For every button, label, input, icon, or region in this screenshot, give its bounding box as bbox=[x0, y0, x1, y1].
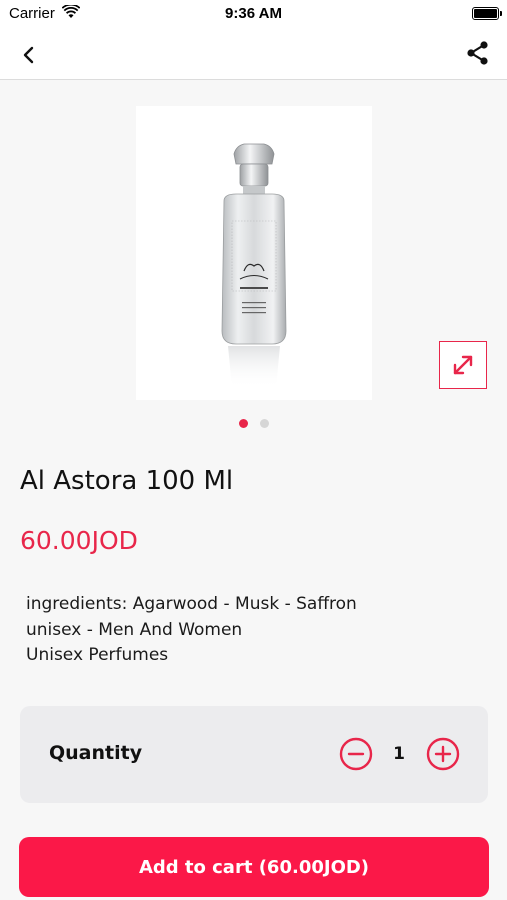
decrease-quantity-button[interactable] bbox=[339, 737, 373, 771]
add-to-cart-button[interactable]: Add to cart (60.00JOD) bbox=[19, 837, 489, 897]
increase-quantity-button[interactable] bbox=[426, 737, 460, 771]
product-image[interactable] bbox=[136, 106, 372, 400]
back-button[interactable] bbox=[14, 40, 44, 70]
product-title: Al Astora 100 Ml bbox=[20, 466, 234, 496]
product-description: ingredients: Agarwood - Musk - Saffron u… bbox=[26, 592, 486, 669]
image-pager bbox=[0, 419, 507, 428]
navigation-bar bbox=[0, 28, 507, 80]
description-line: ingredients: Agarwood - Musk - Saffron bbox=[26, 594, 357, 614]
product-price: 60.00JOD bbox=[20, 526, 138, 555]
pager-dot-active[interactable] bbox=[238, 419, 248, 428]
description-line: unisex - Men And Women bbox=[26, 619, 243, 640]
add-to-cart-label: Add to cart (60.00JOD) bbox=[138, 856, 370, 878]
expand-image-button[interactable] bbox=[439, 341, 487, 389]
description-line: Unisex Perfumes bbox=[26, 645, 169, 665]
pager-dot[interactable] bbox=[259, 419, 269, 428]
minus-circle-icon bbox=[339, 737, 373, 771]
status-bar: Carrier 9:36 AM bbox=[0, 0, 507, 28]
battery-icon bbox=[472, 7, 502, 20]
chevron-left-icon bbox=[23, 46, 34, 64]
share-button[interactable] bbox=[463, 38, 493, 68]
perfume-bottle-image bbox=[221, 143, 287, 388]
expand-icon bbox=[453, 355, 473, 375]
quantity-card: Quantity 1 bbox=[20, 706, 488, 803]
quantity-value: 1 bbox=[393, 744, 405, 764]
quantity-label: Quantity bbox=[49, 742, 143, 764]
plus-circle-icon bbox=[426, 737, 460, 771]
share-icon bbox=[467, 41, 488, 65]
status-time: 9:36 AM bbox=[225, 5, 282, 22]
